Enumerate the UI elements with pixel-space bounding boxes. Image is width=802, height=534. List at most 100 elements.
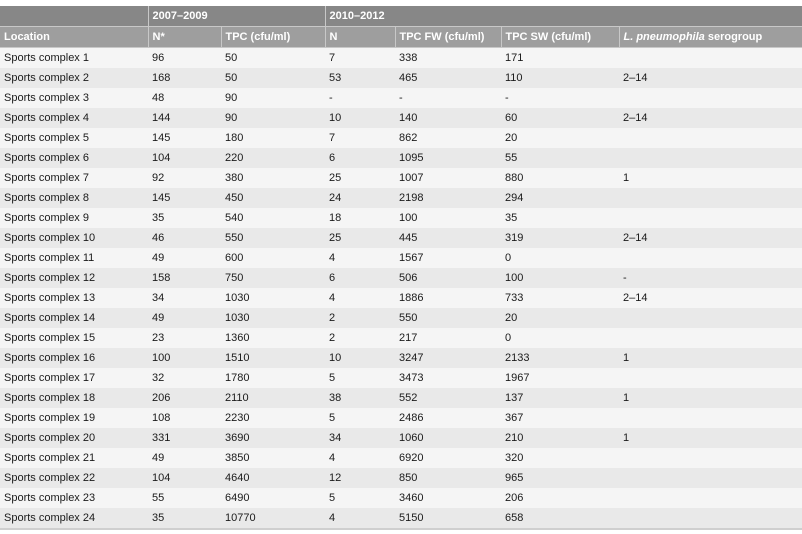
table-row: Sports complex 2 168 50 53 465 110 2–14 (0, 68, 802, 88)
cell-serogroup (619, 308, 802, 328)
cell-n-2010: 4 (325, 248, 395, 268)
table-row: Sports complex 10 46 550 25 445 319 2–14 (0, 228, 802, 248)
cell-serogroup: 1 (619, 388, 802, 408)
table-row: Sports complex 8 145 450 24 2198 294 (0, 188, 802, 208)
cell-tpc-fw: 3473 (395, 368, 501, 388)
cell-location: Sports complex 13 (0, 288, 148, 308)
cell-tpc-sw: 60 (501, 108, 619, 128)
cell-tpc-2007: 750 (221, 268, 325, 288)
cell-n-2007: 108 (148, 408, 221, 428)
cell-n-2010: 5 (325, 368, 395, 388)
table-row: Sports complex 22 104 4640 12 850 965 (0, 468, 802, 488)
cell-n-2007: 55 (148, 488, 221, 508)
cell-serogroup (619, 208, 802, 228)
species-name: L. pneumophila (623, 31, 705, 43)
cell-n-2007: 46 (148, 228, 221, 248)
cell-tpc-2007: 180 (221, 128, 325, 148)
cell-n-2010: 18 (325, 208, 395, 228)
cell-tpc-fw: 6920 (395, 448, 501, 468)
cell-tpc-2007: 4640 (221, 468, 325, 488)
table-row: Sports complex 24 35 10770 4 5150 658 (0, 508, 802, 530)
group-header-row: 2007–2009 2010–2012 (0, 6, 802, 27)
col-header-tpc-2007: TPC (cfu/ml) (221, 26, 326, 48)
cell-tpc-sw: 210 (501, 428, 619, 448)
cell-n-2007: 206 (148, 388, 221, 408)
cell-location: Sports complex 22 (0, 468, 148, 488)
table-row: Sports complex 1 96 50 7 338 171 (0, 47, 802, 68)
cell-tpc-2007: 600 (221, 248, 325, 268)
cell-n-2010: 10 (325, 348, 395, 368)
cell-n-2010: 4 (325, 448, 395, 468)
cell-serogroup: 1 (619, 428, 802, 448)
cell-tpc-2007: 90 (221, 88, 325, 108)
cell-serogroup (619, 248, 802, 268)
cell-tpc-2007: 6490 (221, 488, 325, 508)
cell-tpc-2007: 220 (221, 148, 325, 168)
cell-serogroup: 2–14 (619, 228, 802, 248)
cell-location: Sports complex 23 (0, 488, 148, 508)
group-header-2007-2009: 2007–2009 (148, 6, 326, 27)
cell-tpc-sw: 319 (501, 228, 619, 248)
table-row: Sports complex 3 48 90- - - (0, 88, 802, 108)
cell-tpc-sw: 110 (501, 68, 619, 88)
cell-tpc-sw: 1967 (501, 368, 619, 388)
cell-tpc-2007: 2230 (221, 408, 325, 428)
table-row: Sports complex 18 206 2110 38 552 137 1 (0, 388, 802, 408)
cell-tpc-2007: 380 (221, 168, 325, 188)
cell-location: Sports complex 24 (0, 508, 148, 530)
cell-location: Sports complex 10 (0, 228, 148, 248)
table-row: Sports complex 12 158 750 6 506 100- (0, 268, 802, 288)
cell-serogroup (619, 508, 802, 530)
cell-tpc-2007: 50 (221, 68, 325, 88)
cell-tpc-fw: 862 (395, 128, 501, 148)
cell-serogroup: 2–14 (619, 288, 802, 308)
cell-location: Sports complex 9 (0, 208, 148, 228)
cell-tpc-2007: 1360 (221, 328, 325, 348)
cell-tpc-2007: 1030 (221, 288, 325, 308)
table-row: Sports complex 21 49 3850 4 6920 320 (0, 448, 802, 468)
cell-location: Sports complex 7 (0, 168, 148, 188)
column-header-row: Location N* TPC (cfu/ml) N TPC FW (cfu/m… (0, 26, 802, 48)
cell-location: Sports complex 2 (0, 68, 148, 88)
cell-n-2007: 96 (148, 47, 221, 68)
cell-serogroup (619, 468, 802, 488)
cell-tpc-2007: 3850 (221, 448, 325, 468)
cell-n-2007: 49 (148, 448, 221, 468)
table-row: Sports complex 20 331 3690 34 1060 210 1 (0, 428, 802, 448)
table-row: Sports complex 15 23 1360 2 217 0 (0, 328, 802, 348)
cell-tpc-fw: 217 (395, 328, 501, 348)
cell-location: Sports complex 5 (0, 128, 148, 148)
cell-tpc-sw: 0 (501, 328, 619, 348)
cell-n-2010: 10 (325, 108, 395, 128)
cell-n-2010: 4 (325, 288, 395, 308)
cell-tpc-fw: 1886 (395, 288, 501, 308)
cell-tpc-fw: 850 (395, 468, 501, 488)
cell-tpc-fw: 2198 (395, 188, 501, 208)
cell-tpc-sw: 367 (501, 408, 619, 428)
cell-location: Sports complex 6 (0, 148, 148, 168)
cell-tpc-fw: 1567 (395, 248, 501, 268)
cell-tpc-sw: 880 (501, 168, 619, 188)
cell-serogroup: 1 (619, 348, 802, 368)
table-row: Sports complex 6 104 220 6 1095 55 (0, 148, 802, 168)
cell-n-2010: 4 (325, 508, 395, 530)
cell-n-2010: 6 (325, 268, 395, 288)
cell-serogroup (619, 488, 802, 508)
table-row: Sports complex 14 49 1030 2 550 20 (0, 308, 802, 328)
cell-n-2010: 5 (325, 488, 395, 508)
table-row: Sports complex 11 49 600 4 1567 0 (0, 248, 802, 268)
table-row: Sports complex 7 92 380 25 1007 880 1 (0, 168, 802, 188)
cell-tpc-2007: 50 (221, 47, 325, 68)
cell-n-2010: 34 (325, 428, 395, 448)
cell-n-2010: 25 (325, 168, 395, 188)
cell-tpc-sw: 20 (501, 128, 619, 148)
cell-n-2010: 2 (325, 328, 395, 348)
cell-n-2007: 145 (148, 128, 221, 148)
col-header-n-2010: N (325, 26, 396, 48)
group-header-empty (0, 6, 149, 27)
cell-tpc-sw: 171 (501, 47, 619, 68)
cell-tpc-2007: 540 (221, 208, 325, 228)
cell-tpc-sw: 733 (501, 288, 619, 308)
group-header-2010-2012: 2010–2012 (325, 6, 802, 27)
cell-tpc-fw: 465 (395, 68, 501, 88)
